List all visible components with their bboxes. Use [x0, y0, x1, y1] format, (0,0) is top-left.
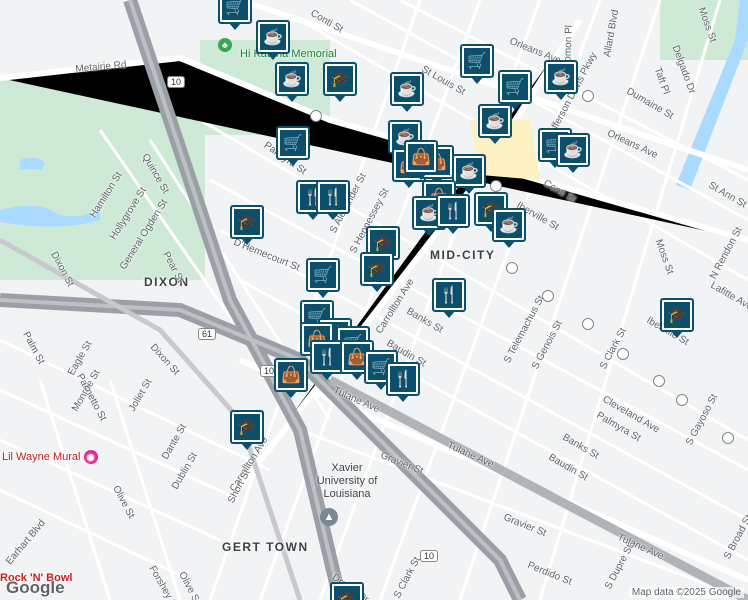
coffee-cup-icon: ☕	[548, 64, 574, 90]
shopping-cart-icon: 🛒	[280, 130, 306, 156]
shopping-bag-icon: 👜	[278, 362, 304, 388]
coffee-cup-marker[interactable]: ☕	[256, 20, 290, 60]
coffee-cup-icon: ☕	[260, 24, 286, 50]
coffee-cup-icon: ☕	[279, 66, 305, 92]
transit-stop-icon[interactable]	[506, 262, 518, 274]
transit-stop-icon[interactable]	[617, 348, 629, 360]
transit-stop-icon[interactable]	[582, 90, 594, 102]
graduation-cap-icon: 🎓	[664, 302, 690, 328]
coffee-cup-marker[interactable]: ☕	[544, 60, 578, 100]
graduation-cap-marker[interactable]: 🎓	[230, 410, 264, 450]
fork-knife-marker[interactable]: 🍴	[436, 194, 470, 234]
graduation-cap-marker[interactable]: 🎓	[323, 62, 357, 102]
camera-icon: ◉	[83, 450, 98, 464]
poi-xavier-university[interactable]: Xavier University of Louisiana	[312, 462, 382, 501]
us-highway-shield: 61	[198, 328, 217, 340]
transit-stop-icon[interactable]	[582, 318, 594, 330]
graduation-cap-icon: 🎓	[364, 256, 390, 282]
shopping-cart-marker[interactable]: 🛒	[218, 0, 252, 30]
interstate-shield: 10	[167, 76, 186, 88]
poi-lil-wayne-mural[interactable]: Lil Wayne Mural ◉	[2, 450, 98, 464]
map-canvas[interactable]: DIXON MID-CITY GERT TOWN Metairie Rd Orl…	[0, 0, 748, 600]
shopping-cart-marker[interactable]: 🛒	[276, 126, 310, 166]
tree-icon: ♣	[218, 38, 232, 52]
fork-knife-icon: 🍴	[436, 282, 462, 308]
interstate-shield: 10	[420, 550, 439, 562]
graduation-cap-icon: 🎓	[234, 209, 260, 235]
graduation-cap-icon: 🎓	[334, 586, 360, 600]
map-attribution[interactable]: Map data ©2025 Google	[628, 587, 744, 598]
shopping-cart-marker[interactable]: 🛒	[306, 258, 340, 298]
graduation-cap-marker[interactable]: 🎓	[660, 298, 694, 338]
coffee-cup-icon: ☕	[482, 108, 508, 134]
transit-stop-icon[interactable]	[310, 110, 322, 122]
google-logo: Google	[6, 578, 65, 597]
area-label-gert-town: GERT TOWN	[222, 540, 309, 554]
shopping-bag-icon: 👜	[408, 144, 434, 170]
coffee-cup-icon: ☕	[394, 76, 420, 102]
transit-stop-icon[interactable]	[490, 180, 502, 192]
coffee-cup-marker[interactable]: ☕	[390, 72, 424, 112]
coffee-cup-icon: ☕	[456, 158, 482, 184]
fork-knife-marker[interactable]: 🍴	[386, 362, 420, 402]
shopping-cart-icon: 🛒	[502, 74, 528, 100]
fork-knife-icon: 🍴	[390, 366, 416, 392]
graduation-cap-marker[interactable]: 🎓	[360, 252, 394, 292]
fork-knife-icon: 🍴	[314, 344, 340, 370]
area-label-mid-city: MID-CITY	[430, 248, 496, 262]
transit-stop-icon[interactable]	[542, 290, 554, 302]
coffee-cup-marker[interactable]: ☕	[492, 208, 526, 248]
shopping-cart-icon: 🛒	[310, 262, 336, 288]
university-icon: ▲	[320, 508, 338, 526]
coffee-cup-marker[interactable]: ☕	[556, 133, 590, 173]
shopping-cart-icon: 🛒	[222, 0, 248, 20]
fork-knife-marker[interactable]: 🍴	[310, 340, 344, 380]
graduation-cap-icon: 🎓	[234, 414, 260, 440]
fork-knife-icon: 🍴	[440, 198, 466, 224]
coffee-cup-marker[interactable]: ☕	[275, 62, 309, 102]
coffee-cup-icon: ☕	[496, 212, 522, 238]
coffee-cup-marker[interactable]: ☕	[452, 154, 486, 194]
transit-stop-icon[interactable]	[676, 394, 688, 406]
graduation-cap-marker[interactable]: 🎓	[230, 205, 264, 245]
shopping-cart-marker[interactable]: 🛒	[498, 70, 532, 110]
coffee-cup-marker[interactable]: ☕	[478, 104, 512, 144]
transit-stop-icon[interactable]	[653, 375, 665, 387]
shopping-bag-marker[interactable]: 👜	[404, 140, 438, 180]
fork-knife-marker[interactable]: 🍴	[432, 278, 466, 318]
graduation-cap-icon: 🎓	[327, 66, 353, 92]
fork-knife-icon: 🍴	[320, 184, 346, 210]
shopping-bag-marker[interactable]: 👜	[274, 358, 308, 398]
shopping-cart-icon: 🛒	[464, 48, 490, 74]
graduation-cap-marker[interactable]: 🎓	[330, 582, 364, 600]
fork-knife-marker[interactable]: 🍴	[316, 180, 350, 220]
shopping-cart-marker[interactable]: 🛒	[460, 44, 494, 84]
transit-stop-icon[interactable]	[722, 432, 734, 444]
coffee-cup-icon: ☕	[560, 137, 586, 163]
